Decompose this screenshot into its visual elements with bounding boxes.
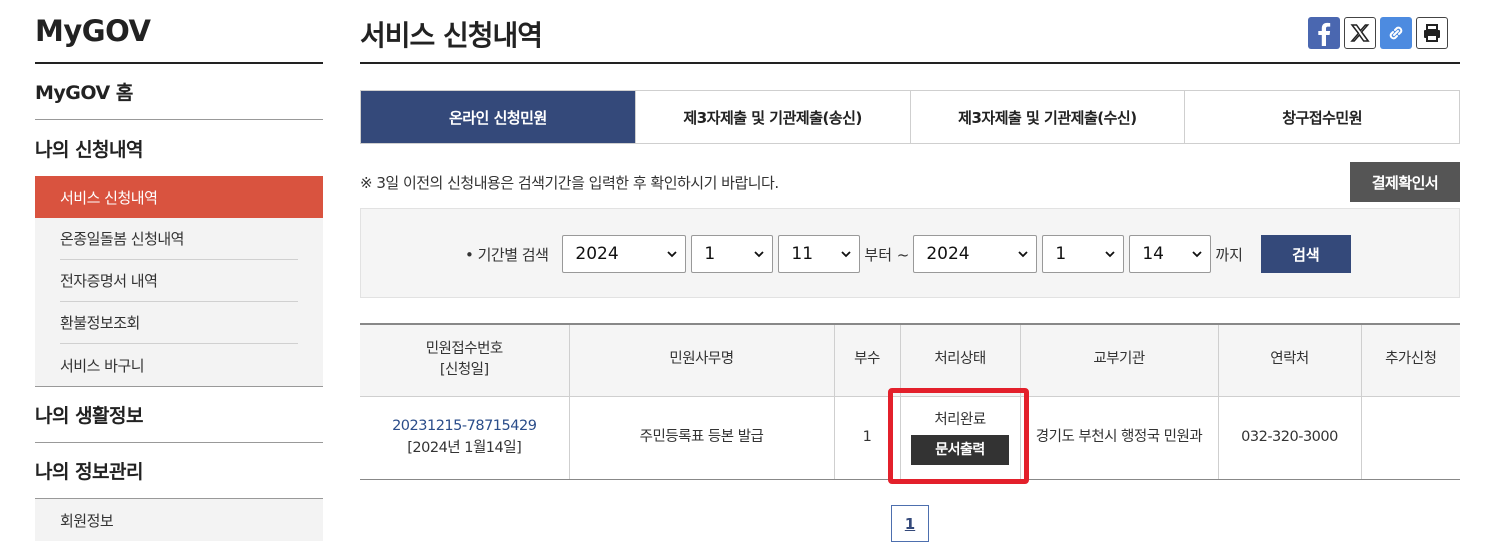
from-day-select[interactable]: 11 (778, 235, 861, 273)
from-suffix: 부터 ~ (864, 245, 910, 264)
search-button[interactable]: 검색 (1260, 235, 1351, 273)
sidebar-section-account[interactable]: 나의 정보관리 (35, 443, 323, 499)
to-month-select[interactable]: 1 (1042, 235, 1125, 273)
period-search-row: • 기간별 검색 2024 1 11 부터 ~ 2024 1 14 까지 검색 (465, 235, 1351, 273)
share-buttons (1308, 17, 1448, 49)
sidebar-item-refund[interactable]: 환불정보조회 (60, 302, 298, 344)
search-notice: ※ 3일 이전의 신청내용은 검색기간을 입력한 후 확인하시기 바랍니다. (360, 174, 779, 192)
header-contact: 연락처 (1218, 323, 1362, 397)
tab-third-party-received[interactable]: 제3자제출 및 기관제출(수신) (911, 91, 1186, 143)
brand-title[interactable]: MyGOV (35, 0, 323, 64)
chevron-down-icon (841, 251, 852, 258)
sidebar-item-service-history[interactable]: 서비스 신청내역 (35, 176, 323, 218)
to-day-select[interactable]: 14 (1129, 235, 1212, 273)
header-status: 처리상태 (900, 323, 1021, 397)
tab-bar: 온라인 신청민원 제3자제출 및 기관제출(송신) 제3자제출 및 기관제출(수… (360, 90, 1460, 144)
to-suffix: 까지 (1215, 245, 1243, 264)
payment-confirmation-button[interactable]: 결제확인서 (1350, 162, 1460, 202)
sidebar-submenu-account: 회원정보 (35, 499, 323, 541)
title-bar: 서비스 신청내역 (360, 0, 1460, 64)
header-copies: 부수 (834, 323, 901, 397)
cell-service-name: 주민등록표 등본 발급 (569, 396, 835, 480)
request-number-link[interactable]: 20231215-78715429 (360, 416, 569, 438)
header-request-number-label: 민원접수번호 (425, 340, 504, 357)
chevron-down-icon (1018, 251, 1028, 258)
chevron-down-icon (667, 251, 678, 258)
header-service-name: 민원사무명 (569, 323, 835, 397)
tab-third-party-sent[interactable]: 제3자제출 및 기관제출(송신) (636, 91, 911, 143)
from-year-select[interactable]: 2024 (562, 235, 687, 273)
cell-extra (1361, 396, 1460, 480)
x-icon[interactable] (1344, 17, 1376, 49)
cell-copies: 1 (834, 396, 901, 480)
period-search-box: • 기간별 검색 2024 1 11 부터 ~ 2024 1 14 까지 검색 (360, 208, 1460, 298)
application-table: 민원접수번호 [신청일] 민원사무명 부수 처리상태 교부기관 연락처 추가신청… (360, 323, 1460, 480)
print-icon[interactable] (1416, 17, 1448, 49)
header-agency: 교부기관 (1020, 323, 1219, 397)
from-day-value: 11 (791, 244, 814, 264)
period-search-label: • 기간별 검색 (465, 245, 549, 264)
to-day-value: 14 (1142, 244, 1164, 264)
sidebar-submenu-applications: 서비스 신청내역 온종일돌봄 신청내역 전자증명서 내역 환불정보조회 서비스 … (35, 176, 323, 387)
header-request-number: 민원접수번호 [신청일] (360, 323, 570, 397)
sidebar-item-basket[interactable]: 서비스 바구니 (60, 344, 298, 386)
cell-contact: 032-320-3000 (1218, 396, 1362, 480)
header-request-date-label: [신청일] (439, 362, 489, 379)
sidebar-section-applications[interactable]: 나의 신청내역 (35, 120, 323, 176)
status-text: 처리완료 (934, 411, 986, 428)
chevron-down-icon (1105, 251, 1115, 258)
from-year-value: 2024 (575, 244, 619, 264)
sidebar-item-member-info[interactable]: 회원정보 (60, 499, 298, 541)
sidebar: MyGOV MyGOV 홈 나의 신청내역 서비스 신청내역 온종일돌봄 신청내… (35, 0, 323, 545)
chevron-down-icon (1192, 251, 1202, 258)
chevron-down-icon (754, 251, 765, 258)
to-year-select[interactable]: 2024 (913, 235, 1038, 273)
table-header-row: 민원접수번호 [신청일] 민원사무명 부수 처리상태 교부기관 연락처 추가신청 (360, 323, 1460, 397)
sidebar-item-care[interactable]: 온종일돌봄 신청내역 (60, 218, 298, 260)
header-extra: 추가신청 (1361, 323, 1460, 397)
sidebar-home[interactable]: MyGOV 홈 (35, 64, 323, 120)
cell-request-number: 20231215-78715429 [2024년 1월14일] (360, 396, 570, 480)
main-content: 서비스 신청내역 온라인 신청민원 제3자제출 및 기관제출(송신) 제3자제출… (360, 0, 1460, 542)
table-row: 20231215-78715429 [2024년 1월14일] 주민등록표 등본… (360, 396, 1460, 480)
facebook-icon[interactable] (1308, 17, 1340, 49)
cell-agency: 경기도 부천시 행정국 민원과 (1020, 396, 1219, 480)
from-month-select[interactable]: 1 (691, 235, 774, 273)
tab-online-applications[interactable]: 온라인 신청민원 (361, 91, 636, 143)
to-year-value: 2024 (926, 244, 970, 264)
sidebar-item-e-certificate[interactable]: 전자증명서 내역 (60, 260, 298, 302)
from-month-value: 1 (704, 244, 716, 264)
pagination-current-page[interactable]: 1 (891, 505, 929, 542)
page-title: 서비스 신청내역 (360, 19, 543, 52)
link-icon[interactable] (1380, 17, 1412, 49)
cell-status: 처리완료 문서출력 (900, 396, 1021, 480)
to-month-value: 1 (1055, 244, 1067, 264)
sidebar-section-life-info[interactable]: 나의 생활정보 (35, 387, 323, 443)
request-date: [2024년 1월14일] (407, 439, 522, 456)
document-print-button[interactable]: 문서출력 (911, 435, 1009, 466)
tab-counter-applications[interactable]: 창구접수민원 (1185, 91, 1459, 143)
